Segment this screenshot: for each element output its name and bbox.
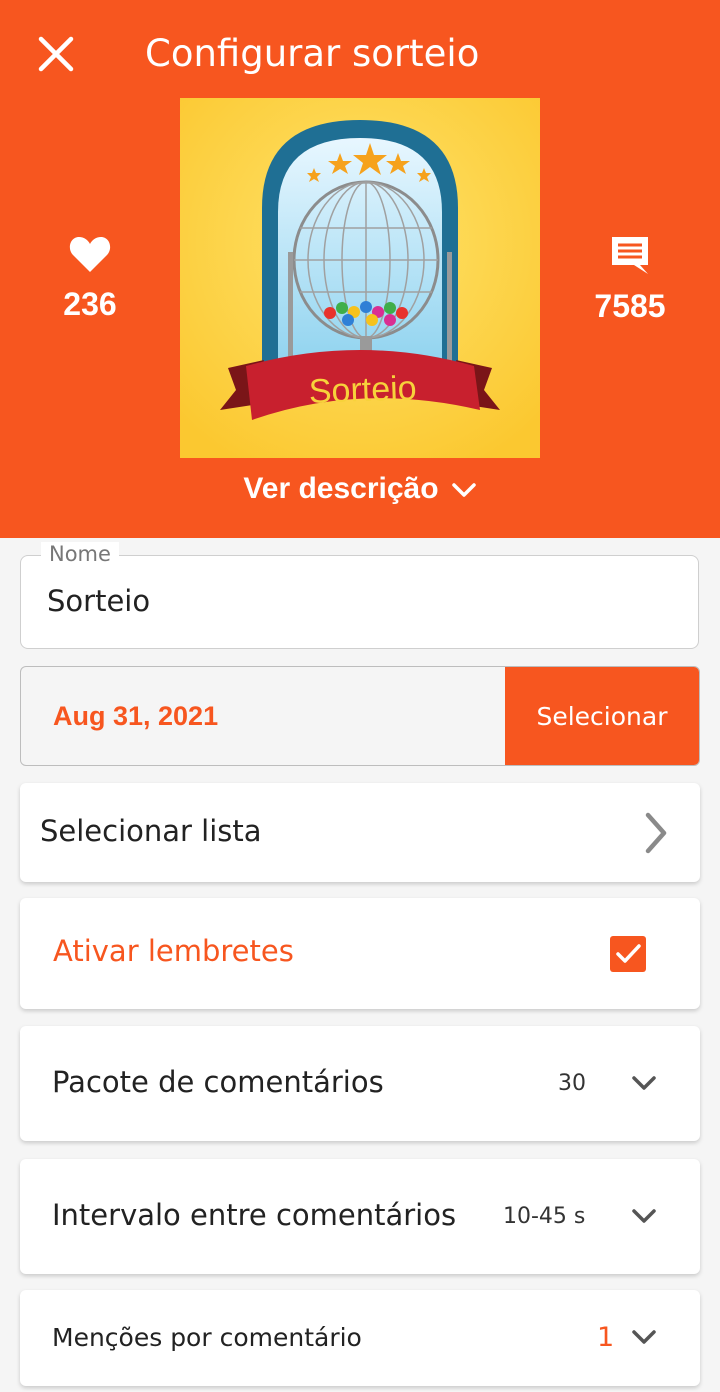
comments-stat: 7585: [585, 234, 675, 325]
name-field-label: Nome: [41, 542, 119, 566]
mentions-per-comment-value: 1: [597, 1322, 615, 1353]
chevron-down-icon: [451, 483, 476, 497]
reminders-checkbox[interactable]: [610, 936, 646, 972]
name-field[interactable]: Nome Sorteio: [20, 542, 699, 649]
view-description-label: Ver descrição: [243, 472, 439, 505]
view-description-toggle[interactable]: Ver descrição: [0, 472, 720, 506]
cover-banner-text: Sorteio: [308, 369, 417, 411]
selected-date: Aug 31, 2021: [53, 701, 219, 731]
date-picker-row: Aug 31, 2021 Selecionar: [20, 666, 700, 766]
page-title: Configurar sorteio: [145, 32, 480, 75]
header: Configurar sorteio 236 7585 Sorteio Ver …: [0, 0, 720, 538]
mentions-per-comment-label: Menções por comentário: [52, 1323, 362, 1352]
name-field-value[interactable]: Sorteio: [47, 584, 150, 618]
comments-count: 7585: [594, 288, 666, 324]
select-list-card[interactable]: Selecionar lista: [20, 783, 700, 882]
comment-icon: [612, 237, 648, 274]
comment-pack-card[interactable]: Pacote de comentários 30: [20, 1026, 700, 1141]
checkmark-icon: [616, 944, 641, 963]
mentions-per-comment-card[interactable]: Menções por comentário 1: [20, 1290, 700, 1386]
select-date-button[interactable]: Selecionar: [505, 667, 699, 765]
comment-interval-label: Intervalo entre comentários: [52, 1198, 457, 1232]
likes-count: 236: [63, 286, 117, 322]
close-icon: [38, 36, 74, 72]
chevron-down-icon: [632, 1076, 656, 1090]
select-list-label: Selecionar lista: [40, 814, 262, 848]
comment-interval-card[interactable]: Intervalo entre comentários 10-45 s: [20, 1159, 700, 1274]
activate-reminders-card[interactable]: Ativar lembretes: [20, 898, 700, 1009]
heart-icon: [69, 237, 111, 272]
activate-reminders-label: Ativar lembretes: [53, 934, 294, 968]
chevron-down-icon: [632, 1330, 656, 1344]
close-button[interactable]: [36, 34, 76, 74]
chevron-down-icon: [632, 1209, 656, 1223]
chevron-right-icon: [645, 812, 667, 854]
likes-stat: 236: [50, 234, 130, 323]
comment-pack-label: Pacote de comentários: [52, 1065, 384, 1099]
comment-interval-value: 10-45 s: [503, 1204, 586, 1229]
giveaway-cover-image: Sorteio: [180, 98, 540, 458]
comment-pack-value: 30: [558, 1071, 586, 1096]
